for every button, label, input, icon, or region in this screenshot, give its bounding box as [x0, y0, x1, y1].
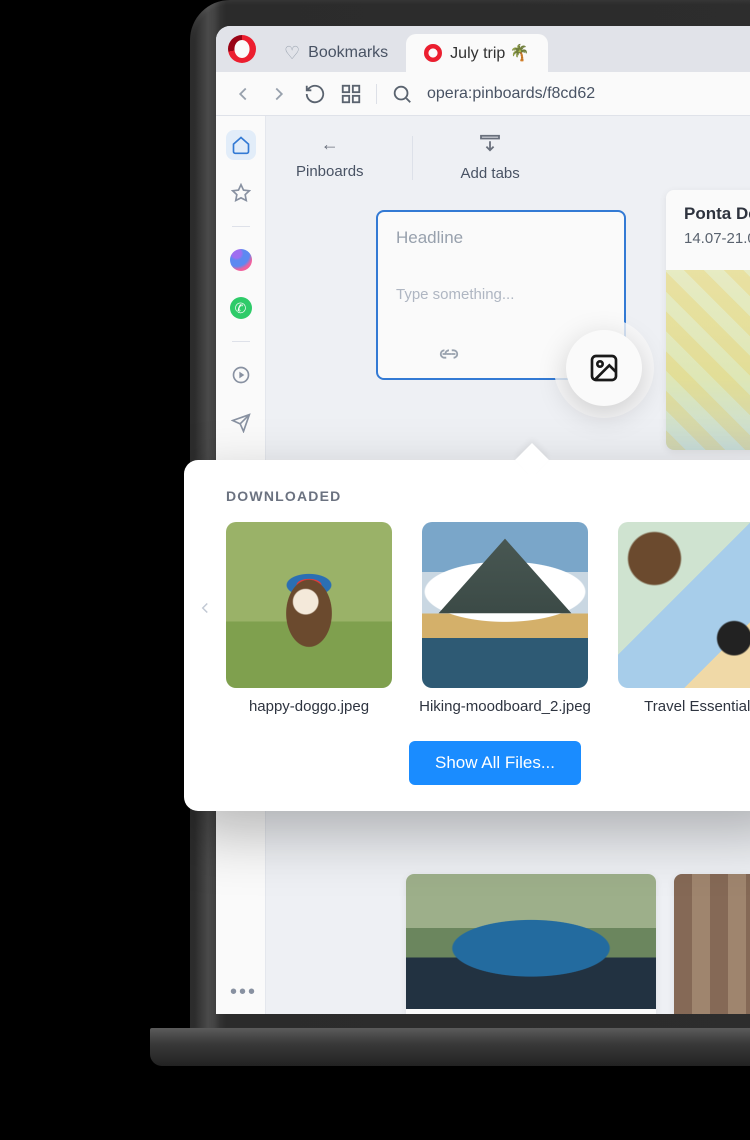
sidebar-whatsapp[interactable]: ✆: [226, 293, 256, 323]
thumbnail-row: happy-doggo.jpeg Hiking-moodboard_2.jpeg…: [226, 522, 750, 715]
tab-july-trip[interactable]: July trip 🌴: [406, 34, 548, 72]
chevron-right-icon: [268, 83, 290, 105]
tab-label: Bookmarks: [308, 44, 388, 62]
thumbnail-image: [226, 522, 392, 688]
send-icon: [231, 413, 251, 433]
url-text[interactable]: opera:pinboards/f8cd62: [427, 85, 595, 103]
messenger-icon: [230, 249, 252, 271]
thumbnail-caption: Travel Essentials: [644, 698, 750, 715]
headline-input[interactable]: Headline: [396, 228, 606, 248]
downloaded-files-popup: DOWNLOADED happy-doggo.jpeg Hiking-moodb…: [184, 460, 750, 811]
laptop-base: [150, 1028, 750, 1066]
add-tabs-icon: [479, 134, 501, 157]
pinboard-canvas: Headline Type something...: [266, 190, 750, 380]
sidebar-more[interactable]: •••: [230, 981, 257, 1004]
speed-dial-button[interactable]: [340, 83, 362, 105]
arrow-left-icon: ←: [321, 134, 339, 155]
file-thumb[interactable]: Hiking-moodboard_2.jpeg: [422, 522, 588, 715]
laptop-shadow: [150, 1066, 750, 1126]
star-icon: [231, 183, 251, 203]
nav-back-button[interactable]: [232, 83, 254, 105]
link-card-hotel[interactable]: WWW.BOOKING.COM Porto A.S. 1829 Hot: [674, 874, 750, 1014]
thumbnail-image: [618, 522, 750, 688]
map-thumbnail: [666, 270, 750, 450]
opera-logo-icon: [228, 35, 256, 63]
toolbar-pinboards[interactable]: ← Pinboards: [296, 134, 364, 180]
toolbar-label: Pinboards: [296, 163, 364, 180]
button-label: Show All Files...: [435, 753, 555, 772]
body-input[interactable]: Type something...: [396, 286, 606, 303]
image-icon: [588, 352, 620, 384]
toolbar-label: Add tabs: [461, 165, 520, 182]
reload-icon: [304, 83, 326, 105]
new-tab-button[interactable]: +: [742, 34, 750, 64]
photo-card-lake[interactable]: ☺: [406, 874, 656, 1014]
carousel-prev-button[interactable]: [196, 594, 214, 629]
photo-thumbnail: [406, 874, 656, 1009]
separator: [376, 84, 377, 104]
photo-thumbnail: [674, 874, 750, 1014]
separator: [412, 136, 413, 180]
section-heading: DOWNLOADED: [226, 488, 750, 504]
thumbnail-caption: Hiking-moodboard_2.jpeg: [419, 698, 591, 715]
thumbnail-caption: happy-doggo.jpeg: [249, 698, 369, 715]
sidebar-home[interactable]: [226, 130, 256, 160]
thumbnail-image: [422, 522, 588, 688]
file-thumb[interactable]: happy-doggo.jpeg: [226, 522, 392, 715]
sidebar-send[interactable]: [226, 408, 256, 438]
show-all-files-button[interactable]: Show All Files...: [409, 741, 581, 785]
tab-label: July trip 🌴: [450, 43, 530, 63]
heart-icon: ♡: [284, 43, 300, 64]
pinboard-toolbar: ← Pinboards Add tabs: [266, 116, 750, 190]
reload-button[interactable]: [304, 83, 326, 105]
reaction-button[interactable]: ☺: [406, 1009, 656, 1014]
file-thumb[interactable]: Travel Essentials: [618, 522, 750, 715]
separator: [232, 226, 250, 227]
link-button[interactable]: [438, 345, 460, 366]
separator: [232, 341, 250, 342]
card-dates: 14.07-21.07: [684, 230, 750, 247]
play-circle-icon: [231, 365, 251, 385]
address-bar: opera:pinboards/f8cd62: [216, 72, 750, 116]
toolbar-add-tabs[interactable]: Add tabs: [461, 134, 520, 182]
tab-bar: ♡ Bookmarks July trip 🌴 +: [216, 26, 750, 72]
insert-image-button[interactable]: [566, 330, 642, 406]
nav-forward-button[interactable]: [268, 83, 290, 105]
search-icon: [391, 83, 413, 105]
sidebar-player[interactable]: [226, 360, 256, 390]
search-button[interactable]: [391, 83, 413, 105]
chevron-left-icon: [232, 83, 254, 105]
tab-bookmarks[interactable]: ♡ Bookmarks: [266, 34, 406, 72]
chevron-left-icon: [196, 594, 214, 622]
link-icon: [438, 347, 460, 361]
map-card[interactable]: Ponta Delgada, Po 14.07-21.07 EN1-1A: [666, 190, 750, 450]
sidebar-bookmarks[interactable]: [226, 178, 256, 208]
home-icon: [231, 135, 251, 155]
card-title: Ponta Delgada, Po: [684, 204, 750, 224]
sidebar-messenger[interactable]: [226, 245, 256, 275]
opera-o-icon: [424, 44, 442, 62]
whatsapp-icon: ✆: [230, 297, 252, 319]
grid-icon: [340, 83, 362, 105]
